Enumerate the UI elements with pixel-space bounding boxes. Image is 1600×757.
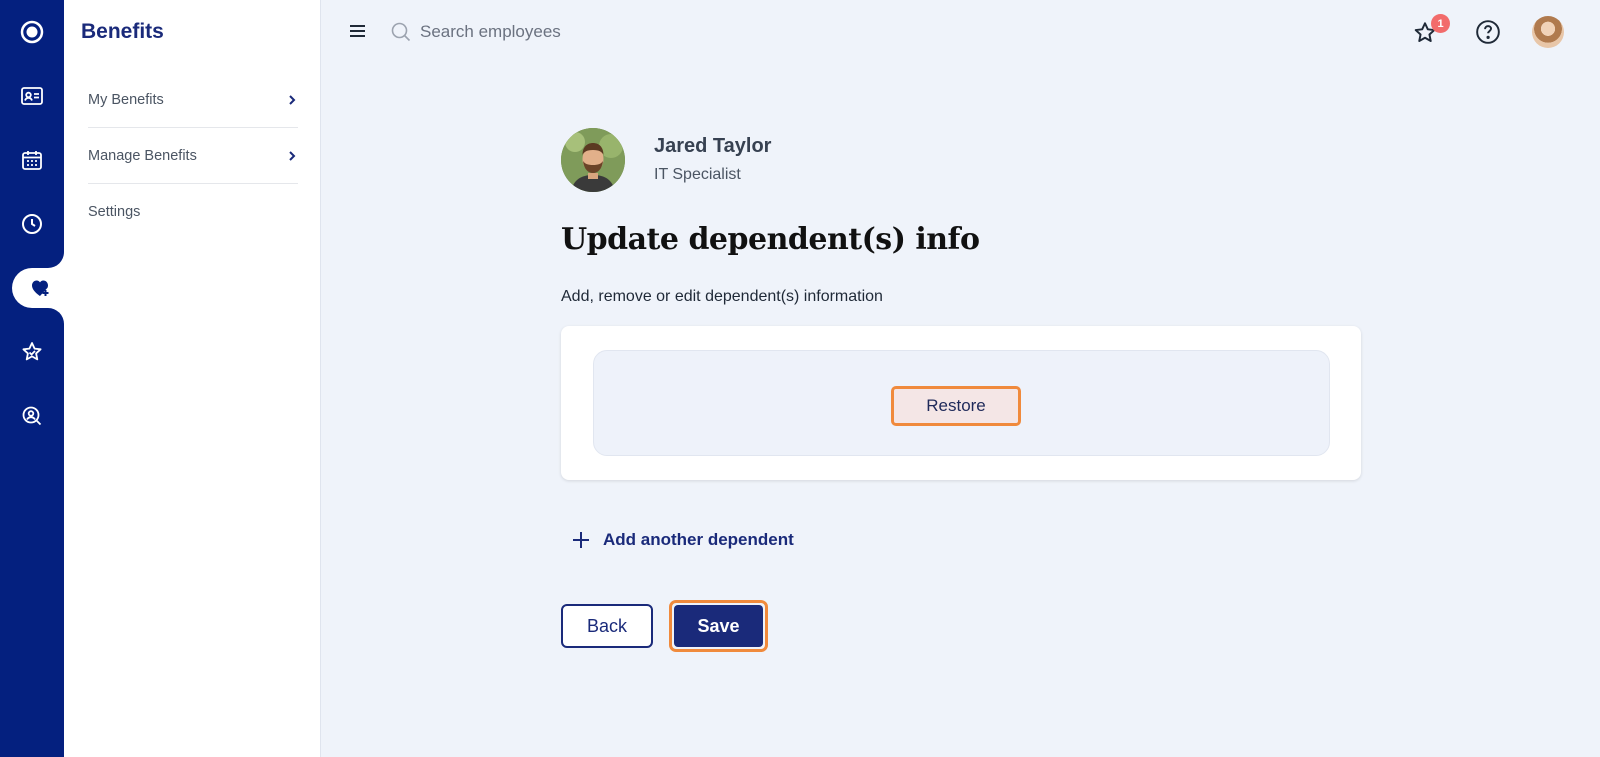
sidebar-item-settings[interactable]: Settings (88, 184, 298, 240)
chevron-right-icon (289, 94, 296, 105)
restore-button[interactable]: Restore (891, 386, 1021, 426)
chevron-right-icon (289, 150, 296, 161)
person-search-icon[interactable] (0, 396, 64, 436)
sidebar-item-label: Manage Benefits (88, 147, 197, 164)
sidebar: Benefits My Benefits Manage Benefits Set… (64, 0, 321, 757)
sidebar-item-label: My Benefits (88, 91, 164, 108)
rail-notch (48, 252, 64, 268)
hamburger-menu-icon[interactable] (348, 22, 370, 40)
plus-icon (573, 532, 589, 548)
dependent-card: Restore (561, 326, 1361, 480)
sidebar-item-label: Settings (88, 204, 141, 220)
heart-plus-icon[interactable] (8, 268, 72, 308)
star-icon[interactable] (0, 332, 64, 372)
search-input[interactable] (420, 18, 720, 46)
add-dependent-link[interactable]: Add another dependent (571, 530, 794, 550)
calendar-icon[interactable] (0, 140, 64, 180)
clock-icon[interactable] (0, 204, 64, 244)
save-button[interactable]: Save (674, 605, 763, 647)
back-button[interactable]: Back (561, 604, 653, 648)
search-icon (391, 22, 411, 42)
sidebar-item-manage-benefits[interactable]: Manage Benefits (88, 128, 298, 184)
icon-rail (0, 0, 72, 757)
save-button-highlight: Save (669, 600, 768, 652)
sidebar-item-my-benefits[interactable]: My Benefits (88, 72, 298, 128)
profile-role: IT Specialist (654, 166, 741, 183)
help-icon[interactable] (1475, 19, 1501, 45)
removed-dependent-panel: Restore (593, 350, 1330, 456)
profile-avatar (561, 128, 625, 192)
id-card-icon[interactable] (0, 76, 64, 116)
sidebar-title: Benefits (81, 20, 164, 43)
rail-notch (48, 308, 64, 324)
add-dependent-label: Add another dependent (603, 530, 794, 549)
notification-badge: 1 (1431, 14, 1450, 33)
app-logo-icon[interactable] (0, 12, 64, 52)
page-title: Update dependent(s) info (561, 222, 980, 257)
user-avatar[interactable] (1532, 16, 1564, 48)
profile-name: Jared Taylor (654, 135, 772, 157)
page-subtitle: Add, remove or edit dependent(s) informa… (561, 288, 883, 305)
